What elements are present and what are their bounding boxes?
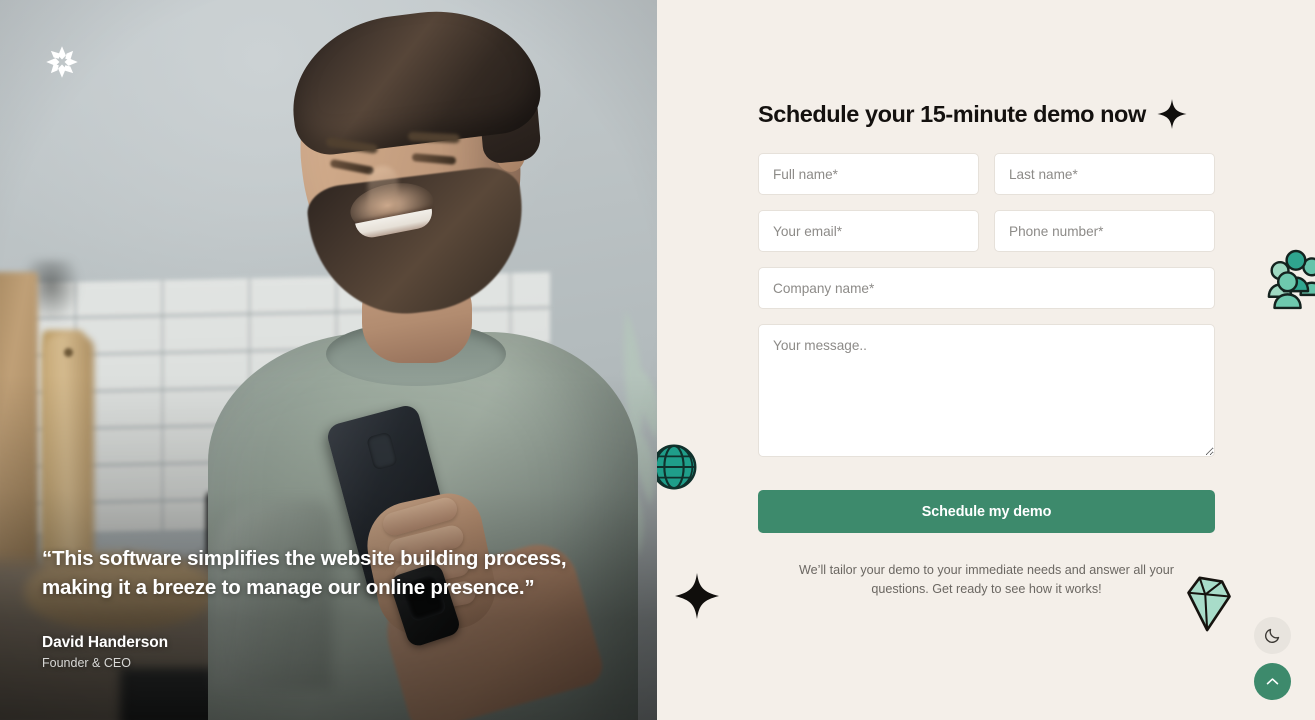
form-row-contact (758, 210, 1215, 252)
globe-icon (657, 444, 697, 490)
testimonial-author: David Handerson (42, 634, 168, 651)
sparkle-star-icon (675, 573, 719, 619)
form-row-names (758, 153, 1215, 195)
testimonial-role: Founder & CEO (42, 656, 131, 670)
landing-page: “This software simplifies the website bu… (0, 0, 1315, 720)
scroll-to-top-button[interactable] (1254, 663, 1291, 700)
demo-form-panel: Schedule your 15-minute demo now Schedul… (657, 0, 1315, 720)
moon-icon (1265, 628, 1280, 643)
hero-photo-panel: “This software simplifies the website bu… (0, 0, 657, 720)
demo-form: Schedule your 15-minute demo now Schedul… (758, 99, 1215, 599)
company-name-input[interactable] (758, 267, 1215, 309)
email-input[interactable] (758, 210, 979, 252)
last-name-input[interactable] (994, 153, 1215, 195)
message-textarea[interactable] (758, 324, 1215, 457)
chevron-up-icon (1266, 678, 1279, 685)
people-group-icon (1267, 249, 1315, 310)
form-title: Schedule your 15-minute demo now (758, 99, 1215, 129)
asterisk-star-logo-icon[interactable] (44, 44, 80, 80)
testimonial-quote: “This software simplifies the website bu… (42, 547, 567, 599)
wooden-board-left (0, 272, 38, 572)
full-name-input[interactable] (758, 153, 979, 195)
schedule-demo-button[interactable]: Schedule my demo (758, 490, 1215, 533)
form-row-company (758, 267, 1215, 309)
four-point-star-icon (1157, 99, 1187, 129)
testimonial: “This software simplifies the website bu… (42, 545, 632, 670)
form-title-text: Schedule your 15-minute demo now (758, 100, 1146, 127)
phone-input[interactable] (994, 210, 1215, 252)
theme-toggle-button[interactable] (1254, 617, 1291, 654)
person-nose (368, 166, 398, 220)
cutting-board-hole (64, 348, 73, 357)
wooden-cutting-board (44, 335, 94, 560)
floating-controls (1254, 617, 1291, 700)
form-helper-note: We’ll tailor your demo to your immediate… (799, 563, 1174, 597)
